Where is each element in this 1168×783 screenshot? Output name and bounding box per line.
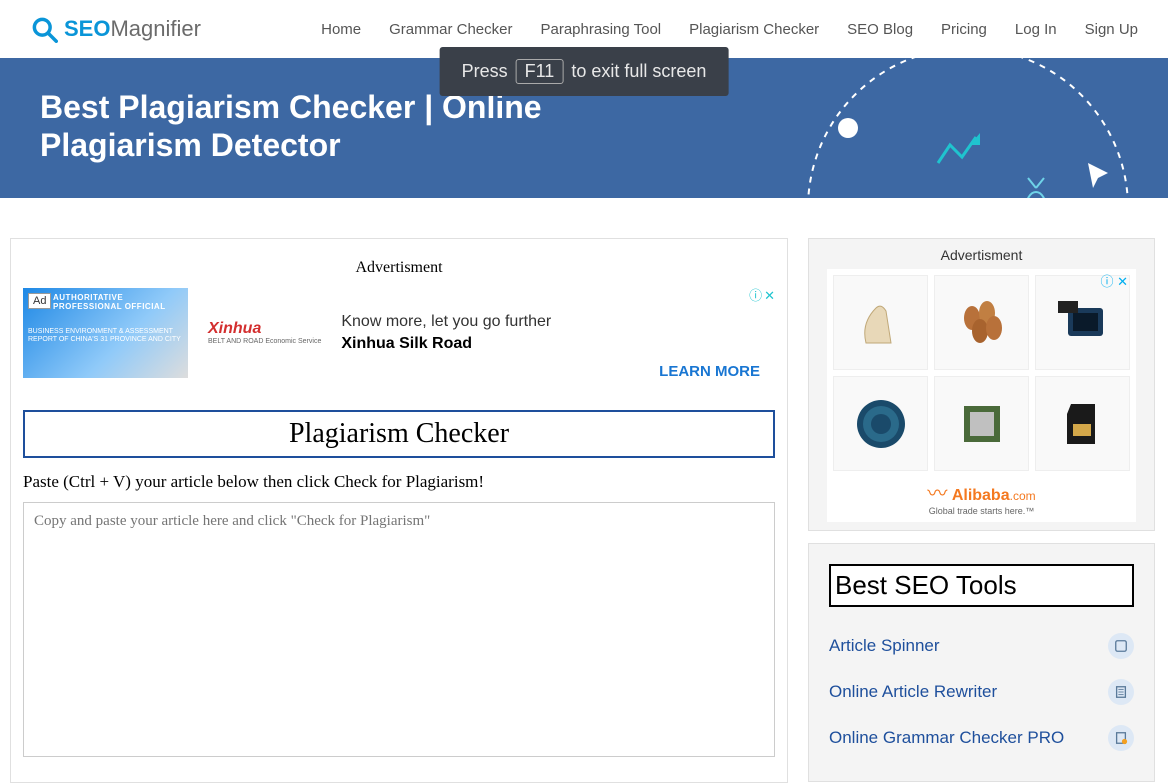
ad-main[interactable]: Ad AUTHORITATIVE PROFESSIONAL OFFICIAL B… <box>23 285 775 380</box>
tool-link[interactable]: Online Grammar Checker PRO <box>829 728 1064 748</box>
nav-login[interactable]: Log In <box>1015 21 1057 38</box>
ad-label: Advertisment <box>23 259 775 277</box>
product-almonds[interactable] <box>934 275 1029 370</box>
fullscreen-post: to exit full screen <box>571 61 706 82</box>
article-textarea[interactable] <box>23 502 775 757</box>
alibaba-suffix: .com <box>1010 489 1036 503</box>
ad-text: Know more, let you go further Xinhua Sil… <box>341 313 775 353</box>
nav-plagiarism-checker[interactable]: Plagiarism Checker <box>689 21 819 38</box>
rewriter-icon <box>1108 679 1134 705</box>
sidebar-tools: Best SEO Tools Article Spinner Online Ar… <box>808 543 1155 782</box>
sidebar-adchoices-icon[interactable]: ⓘ ✕ <box>1100 271 1128 290</box>
product-grid <box>833 275 1130 471</box>
alibaba-logo: 〰 Alibaba.com Global trade starts here.™ <box>833 477 1130 516</box>
ad-close-icon[interactable]: ✕ <box>764 288 775 303</box>
tool-grammar-checker[interactable]: Online Grammar Checker PRO <box>829 715 1134 761</box>
hero-decoration <box>788 58 1168 198</box>
logo[interactable]: SEOMagnifier <box>30 15 201 43</box>
page-title: Best Plagiarism Checker | Online Plagiar… <box>40 88 580 165</box>
fullscreen-pre: Press <box>462 61 508 82</box>
tool-article-spinner[interactable]: Article Spinner <box>829 623 1134 669</box>
ad-img-headline: AUTHORITATIVE PROFESSIONAL OFFICIAL <box>53 293 188 311</box>
ad-badge: Ad <box>28 293 51 309</box>
logo-text-seo: SEO <box>64 16 110 42</box>
instruction: Paste (Ctrl + V) your article below then… <box>23 472 775 492</box>
sidebar: Advertisment ⓘ ✕ 〰 Alibaba.com Global tr… <box>808 238 1155 782</box>
alibaba-tagline: Global trade starts here.™ <box>833 506 1130 516</box>
tool-article-rewriter[interactable]: Online Article Rewriter <box>829 669 1134 715</box>
tool-link[interactable]: Article Spinner <box>829 636 940 656</box>
nav-paraphrasing-tool[interactable]: Paraphrasing Tool <box>540 21 661 38</box>
nav-pricing[interactable]: Pricing <box>941 21 987 38</box>
product-cpu[interactable] <box>934 376 1029 471</box>
tool-title: Plagiarism Checker <box>23 410 775 458</box>
sidebar-ad[interactable]: ⓘ ✕ 〰 Alibaba.com Global trade starts he… <box>827 269 1136 522</box>
ad-brand: Xinhua BELT AND ROAD Economic Service <box>208 320 321 345</box>
nav-home[interactable]: Home <box>321 21 361 38</box>
ad-learn-more[interactable]: LEARN MORE <box>659 363 760 380</box>
ad-image: Ad AUTHORITATIVE PROFESSIONAL OFFICIAL B… <box>23 288 188 378</box>
product-sdcard[interactable] <box>1035 376 1130 471</box>
adchoices-icon[interactable]: ⓘ✕ <box>749 285 775 304</box>
grammar-icon <box>1108 725 1134 751</box>
logo-icon <box>30 15 58 43</box>
nav-seo-blog[interactable]: SEO Blog <box>847 21 913 38</box>
ad-brand-name: Xinhua <box>208 320 261 337</box>
sidebar-ad-wrap: Advertisment ⓘ ✕ 〰 Alibaba.com Global tr… <box>808 238 1155 531</box>
content: Advertisment Ad AUTHORITATIVE PROFESSION… <box>0 198 1168 783</box>
sidebar-ad-label: Advertisment <box>809 247 1154 263</box>
main-column: Advertisment Ad AUTHORITATIVE PROFESSION… <box>10 238 788 783</box>
logo-text-magnifier: Magnifier <box>110 16 200 42</box>
spinner-icon <box>1108 633 1134 659</box>
alibaba-icon: 〰 <box>927 483 947 505</box>
tool-link[interactable]: Online Article Rewriter <box>829 682 997 702</box>
alibaba-name: Alibaba <box>952 487 1010 504</box>
sidebar-tools-heading: Best SEO Tools <box>829 564 1134 607</box>
nav: Home Grammar Checker Paraphrasing Tool P… <box>321 21 1138 38</box>
nav-signup[interactable]: Sign Up <box>1085 21 1138 38</box>
fullscreen-key: F11 <box>516 59 564 84</box>
product-shoe[interactable] <box>833 275 928 370</box>
ad-img-sub: BUSINESS ENVIRONMENT & ASSESSMENT REPORT… <box>28 328 188 345</box>
ad-brand-sub: BELT AND ROAD Economic Service <box>208 338 321 345</box>
ad-text-line2: Xinhua Silk Road <box>341 335 775 353</box>
nav-grammar-checker[interactable]: Grammar Checker <box>389 21 512 38</box>
product-cushion[interactable] <box>833 376 928 471</box>
fullscreen-notice: Press F11 to exit full screen <box>440 47 729 96</box>
ad-text-line1: Know more, let you go further <box>341 313 775 331</box>
